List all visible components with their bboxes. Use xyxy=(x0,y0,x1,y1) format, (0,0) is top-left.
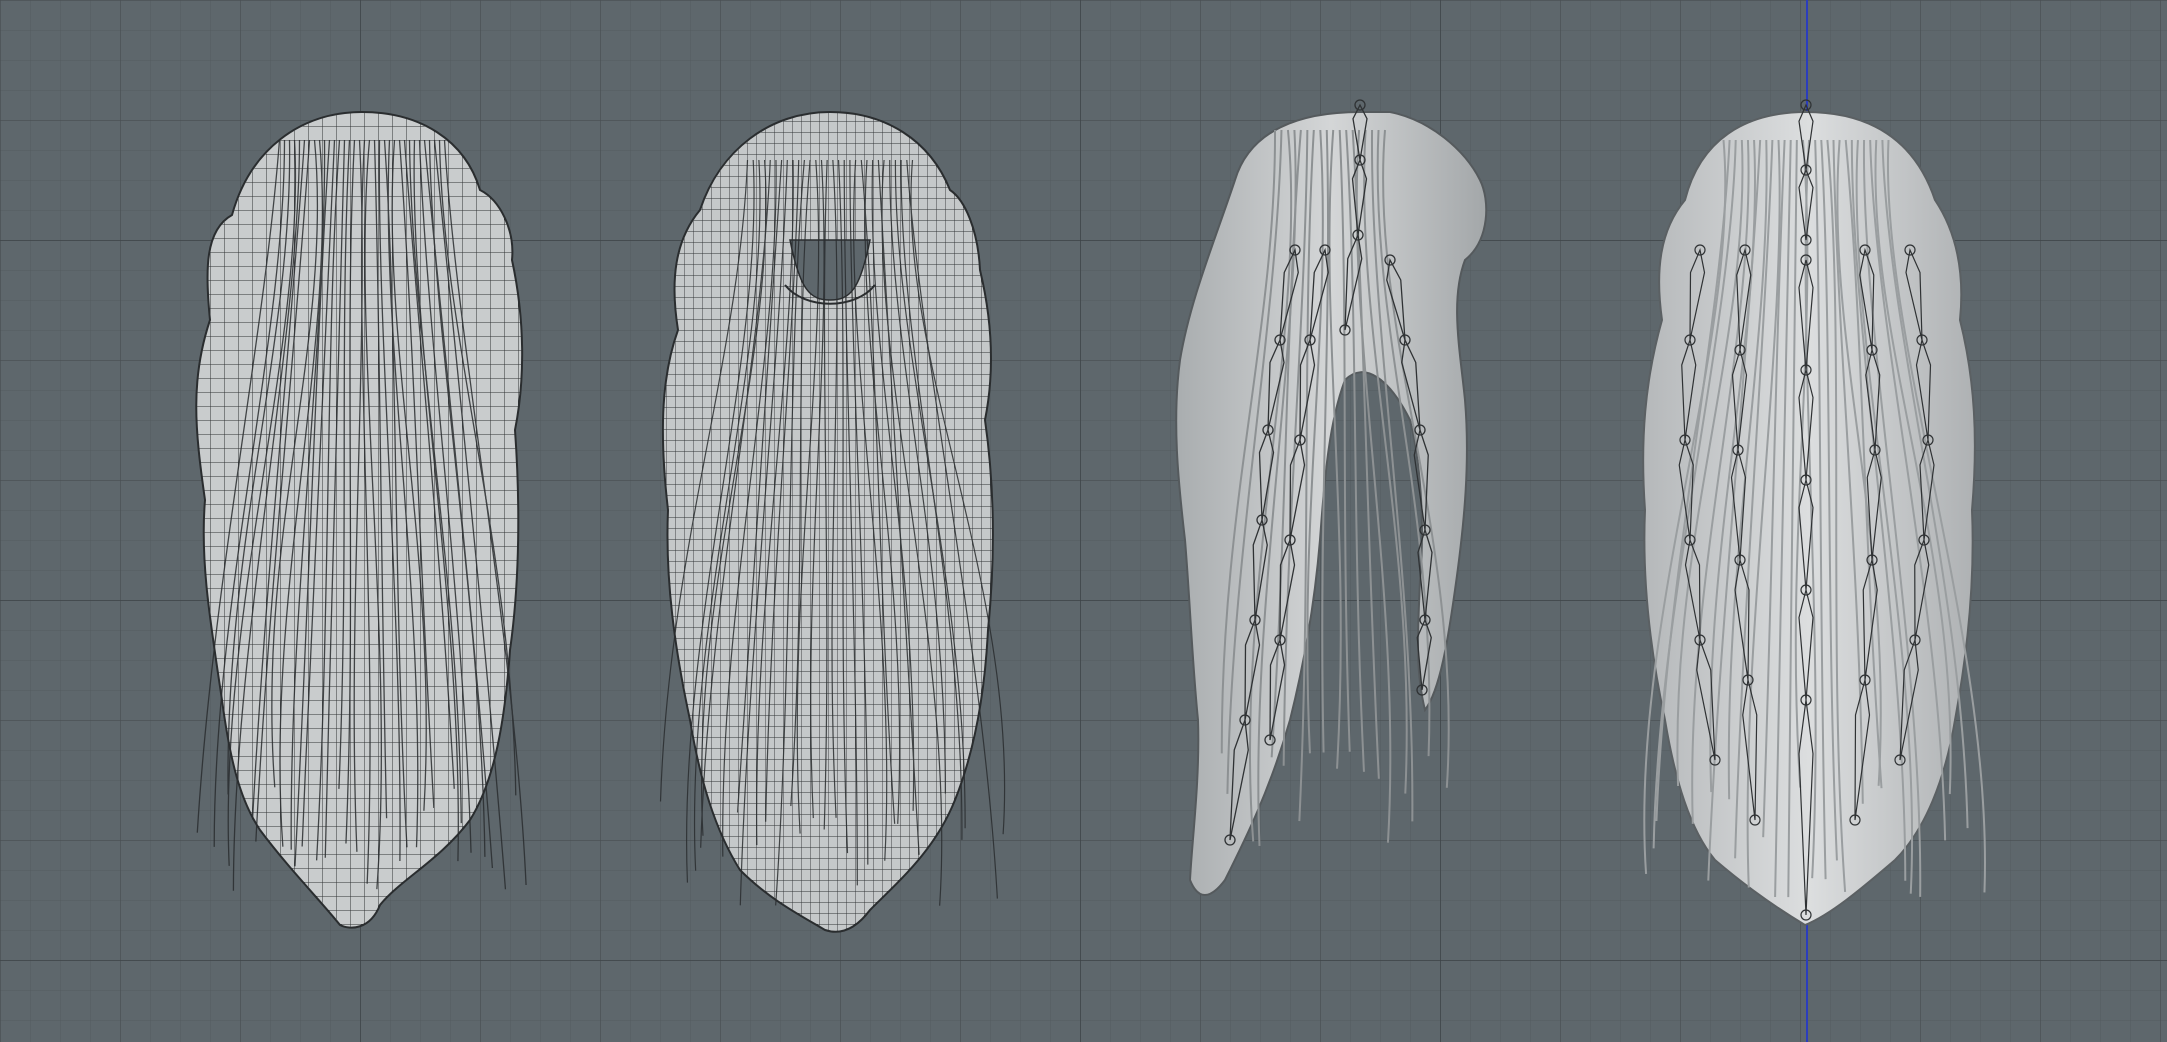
hair-wireframe-front[interactable] xyxy=(659,110,1006,933)
3d-viewport[interactable] xyxy=(0,0,2167,1042)
hair-rig-side[interactable] xyxy=(1175,99,1488,896)
hair-wireframe-back[interactable] xyxy=(195,110,527,929)
hair-models[interactable] xyxy=(0,0,2167,1042)
hair-rig-front[interactable] xyxy=(1642,99,1987,927)
